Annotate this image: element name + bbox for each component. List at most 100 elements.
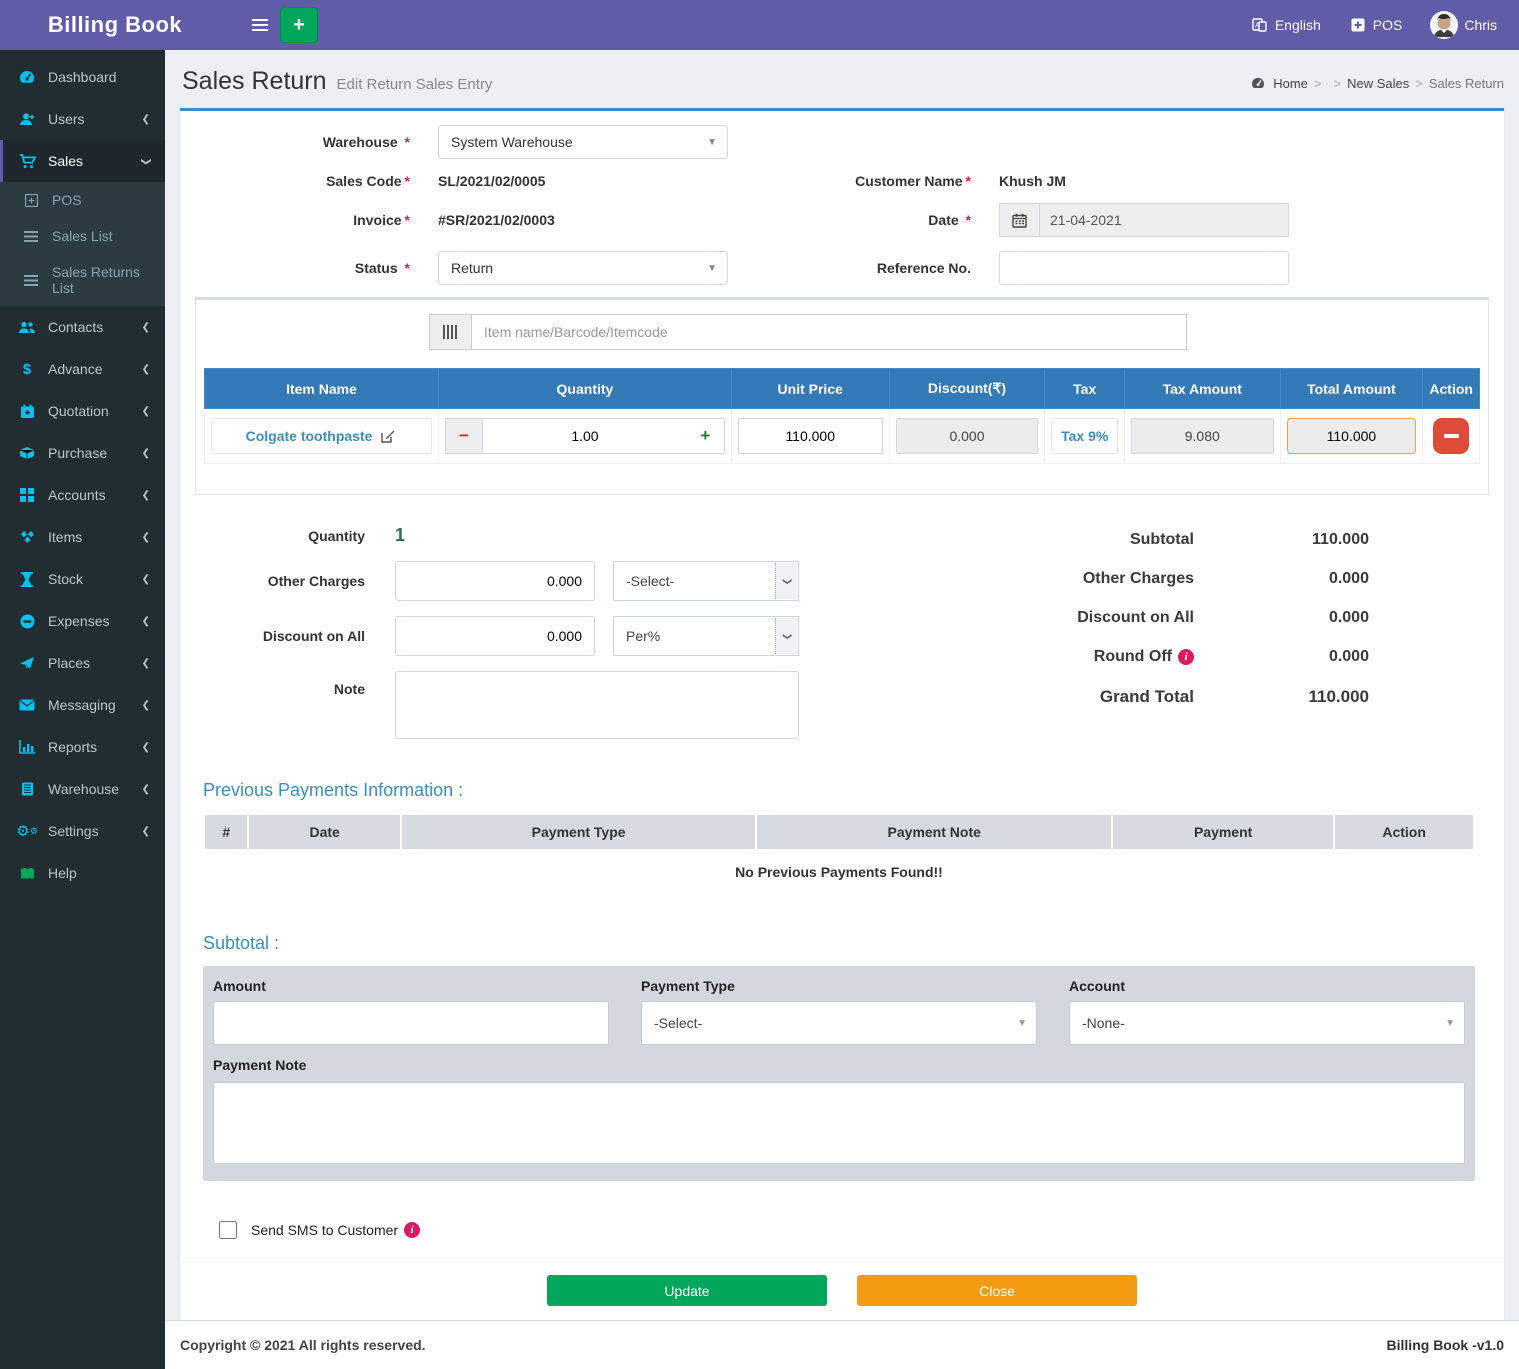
chevron-down-icon: ❮ <box>775 563 797 599</box>
warehouse-select[interactable]: System Warehouse▼ <box>438 125 728 159</box>
previous-payments-table: # Date Payment Type Payment Note Payment… <box>203 813 1475 893</box>
sidebar-item-dashboard[interactable]: Dashboard <box>0 56 165 98</box>
sales-return-panel: Warehouse * System Warehouse▼ Sales Code… <box>180 108 1504 1320</box>
pos-link[interactable]: POS <box>1349 17 1403 33</box>
chevron-left-icon: ❮ <box>142 490 150 501</box>
date-input[interactable] <box>1039 203 1289 237</box>
col-payment-note: Payment Note <box>756 814 1112 850</box>
barcode-icon <box>429 314 471 350</box>
other-charges-input[interactable] <box>395 561 595 601</box>
chevron-down-icon: ▼ <box>1017 1018 1027 1029</box>
list-icon <box>22 228 40 244</box>
account-select[interactable]: -None-▼ <box>1069 1001 1465 1045</box>
paper-plane-icon <box>18 655 36 671</box>
user-menu[interactable]: Chris <box>1430 11 1497 39</box>
sidebar-item-contacts[interactable]: Contacts ❮ <box>0 306 165 348</box>
amount-label: Amount <box>213 978 609 994</box>
item-search-input[interactable] <box>471 314 1187 350</box>
chevron-left-icon: ❮ <box>142 616 150 627</box>
chevron-left-icon: ❮ <box>142 700 150 711</box>
sidebar-item-expenses[interactable]: Expenses ❮ <box>0 600 165 642</box>
grid-icon <box>18 487 36 503</box>
bar-chart-icon <box>18 739 36 755</box>
total-amount-input[interactable] <box>1287 418 1417 454</box>
chevron-left-icon: ❮ <box>142 364 150 375</box>
dashboard-icon <box>18 69 36 85</box>
chevron-left-icon: ❮ <box>142 406 150 417</box>
app-logo[interactable]: Billing Book <box>0 0 230 50</box>
note-textarea[interactable] <box>395 671 799 739</box>
sidebar-item-items[interactable]: Items ❮ <box>0 516 165 558</box>
sidebar-item-sales[interactable]: Sales ❮ <box>0 140 165 182</box>
sidebar-item-places[interactable]: Places ❮ <box>0 642 165 684</box>
remove-item-button[interactable] <box>1433 418 1469 454</box>
chevron-down-icon: ▼ <box>707 263 717 274</box>
sidebar-item-sales-list[interactable]: Sales List <box>0 218 165 254</box>
tax-link[interactable]: Tax 9% <box>1051 418 1118 454</box>
sidebar-item-help[interactable]: Help <box>0 852 165 894</box>
discount-on-all-label: Discount on All <box>195 628 365 644</box>
col-hash: # <box>204 814 248 850</box>
sidebar-item-settings[interactable]: ⚙⚙ Settings ❮ <box>0 810 165 852</box>
breadcrumb-current: Sales Return <box>1429 76 1504 91</box>
sidebar-item-pos[interactable]: POS <box>0 182 165 218</box>
send-sms-checkbox[interactable] <box>219 1221 237 1239</box>
sidebar-item-advance[interactable]: $ Advance ❮ <box>0 348 165 390</box>
sidebar-item-users[interactable]: Users ❮ <box>0 98 165 140</box>
breadcrumb-home[interactable]: Home <box>1273 76 1308 91</box>
quantity-decrease-button[interactable]: − <box>445 418 483 454</box>
list-icon <box>22 272 40 288</box>
language-menu[interactable]: A English <box>1251 17 1321 33</box>
sidebar-toggle-icon[interactable] <box>240 0 280 50</box>
info-icon: i <box>404 1222 420 1238</box>
sidebar-item-warehouse[interactable]: Warehouse ❮ <box>0 768 165 810</box>
reference-no-input[interactable] <box>999 251 1289 285</box>
other-charges-select[interactable]: -Select-❮ <box>613 561 799 601</box>
plus-square-icon <box>1349 17 1367 33</box>
edit-icon <box>379 428 397 444</box>
quantity-input[interactable] <box>483 418 687 454</box>
amount-input[interactable] <box>213 1001 609 1045</box>
breadcrumb: Home > > New Sales > Sales Return <box>1249 75 1504 91</box>
cart-icon <box>18 153 36 169</box>
chevron-left-icon: ❮ <box>142 114 150 125</box>
close-button[interactable]: Close <box>857 1275 1137 1306</box>
other-charges-total-value: 0.000 <box>1194 570 1369 588</box>
customer-name-label: Customer Name* <box>756 173 971 189</box>
table-row: Colgate toothpaste − + <box>205 409 1480 464</box>
send-sms-label: Send SMS to Customeri <box>251 1222 420 1238</box>
col-pp-action: Action <box>1334 814 1474 850</box>
quantity-increase-button[interactable]: + <box>687 418 725 454</box>
col-action: Action <box>1423 369 1480 409</box>
payment-note-textarea[interactable] <box>213 1082 1465 1164</box>
sidebar-item-stock[interactable]: Stock ❮ <box>0 558 165 600</box>
col-quantity: Quantity <box>439 369 732 409</box>
invoice-label: Invoice* <box>195 212 410 228</box>
item-name-link[interactable]: Colgate toothpaste <box>211 418 432 454</box>
dollar-icon: $ <box>18 361 36 377</box>
sidebar-item-sales-returns-list[interactable]: Sales Returns List <box>0 254 165 306</box>
gems-icon <box>18 529 36 545</box>
status-select[interactable]: Return▼ <box>438 251 728 285</box>
chevron-left-icon: ❮ <box>142 448 150 459</box>
language-icon: A <box>1251 17 1269 33</box>
sales-submenu: POS Sales List Sales Returns List <box>0 182 165 306</box>
hourglass-icon <box>18 571 36 587</box>
discount-on-all-input[interactable] <box>395 616 595 656</box>
sidebar-item-accounts[interactable]: Accounts ❮ <box>0 474 165 516</box>
col-unit-price: Unit Price <box>731 369 889 409</box>
sidebar-item-reports[interactable]: Reports ❮ <box>0 726 165 768</box>
subtotal-value: 110.000 <box>1194 531 1369 549</box>
update-button[interactable]: Update <box>547 1275 827 1306</box>
quick-add-button[interactable]: + <box>280 7 318 43</box>
sidebar-item-quotation[interactable]: Quotation ❮ <box>0 390 165 432</box>
sidebar-item-purchase[interactable]: Purchase ❮ <box>0 432 165 474</box>
other-charges-label: Other Charges <box>195 573 365 589</box>
breadcrumb-new-sales[interactable]: New Sales <box>1347 76 1409 91</box>
box-icon <box>18 445 36 461</box>
unit-price-input[interactable] <box>738 418 883 454</box>
payment-type-select[interactable]: -Select-▼ <box>641 1001 1037 1045</box>
discount-type-select[interactable]: Per%❮ <box>613 616 799 656</box>
sidebar-item-messaging[interactable]: Messaging ❮ <box>0 684 165 726</box>
col-payment: Payment <box>1112 814 1334 850</box>
